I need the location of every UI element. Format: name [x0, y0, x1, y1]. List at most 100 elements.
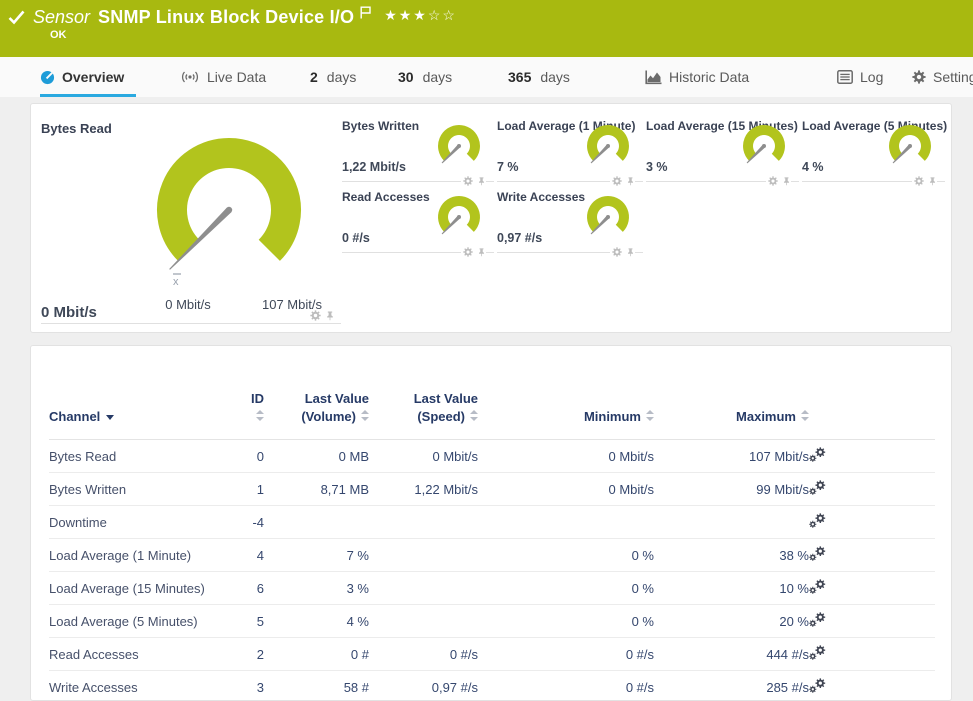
- column-header-maximum[interactable]: Maximum: [654, 366, 809, 440]
- gauge-tile-read-accesses[interactable]: Read Accesses0 #/s: [342, 182, 494, 253]
- channel-settings-button[interactable]: [809, 447, 826, 463]
- gauge-tile-value: 3 %: [646, 160, 668, 174]
- cell-maximum: 107 Mbit/s: [654, 440, 809, 473]
- gear-icon[interactable]: [463, 247, 473, 257]
- stars-empty: ☆☆: [428, 7, 457, 23]
- gauge-tile-actions: [610, 247, 635, 257]
- tab-overview[interactable]: Overview: [40, 57, 124, 97]
- channel-settings-button[interactable]: [809, 480, 826, 496]
- gauge-tile-write-accesses[interactable]: Write Accesses0,97 #/s: [497, 182, 643, 253]
- gauge-tile-actions: [461, 176, 486, 186]
- channel-settings-button[interactable]: [809, 612, 826, 628]
- gear-icon[interactable]: [310, 310, 321, 321]
- speedometer-icon: [40, 70, 55, 85]
- channel-table-header-row: ChannelIDLast Value(Volume)Last Value(Sp…: [49, 366, 935, 440]
- channel-row-bytes-read: Bytes Read00 MB0 Mbit/s0 Mbit/s107 Mbit/…: [49, 440, 935, 473]
- gauge-tile-actions: [461, 247, 486, 257]
- cell-channel: Load Average (1 Minute): [49, 539, 239, 572]
- pin-icon[interactable]: [782, 176, 791, 186]
- priority-flag-icon[interactable]: [360, 6, 371, 19]
- column-header-last-value-volume[interactable]: Last Value(Volume): [264, 366, 369, 440]
- cell-speed: 0 #/s: [369, 638, 478, 671]
- status-ok-check-icon: [8, 10, 25, 25]
- gear-icon[interactable]: [463, 176, 473, 186]
- gauge-tile-name: Bytes Written: [342, 119, 419, 133]
- cell-minimum: 0 %: [478, 539, 654, 572]
- cell-channel: Load Average (15 Minutes): [49, 572, 239, 605]
- gauge-tile-load-average-1-minute[interactable]: Load Average (1 Minute)7 %: [497, 111, 643, 182]
- pin-icon[interactable]: [477, 176, 486, 186]
- gear-icon[interactable]: [914, 176, 924, 186]
- cell-minimum: [478, 506, 654, 539]
- cell-volume: 8,71 MB: [264, 473, 369, 506]
- gauges-panel: Bytes Read x 0 Mbit/s 107 Mbit/s 0 Mbit/…: [30, 103, 952, 333]
- pin-icon[interactable]: [626, 176, 635, 186]
- gauge-tile-load-average-15-minutes[interactable]: Load Average (15 Minutes)3 %: [646, 111, 799, 182]
- cell-channel: Bytes Read: [49, 440, 239, 473]
- gear-icon[interactable]: [612, 247, 622, 257]
- tab-30-days[interactable]: 30 days: [398, 57, 452, 97]
- tab-2-days[interactable]: 2 days: [310, 57, 356, 97]
- mini-gauge: [581, 192, 635, 239]
- channel-settings-button[interactable]: [809, 678, 826, 694]
- cell-speed: [369, 539, 478, 572]
- page-title: SNMP Linux Block Device I/O: [98, 7, 354, 28]
- gauge-tile-value: 4 %: [802, 160, 824, 174]
- cell-volume: 3 %: [264, 572, 369, 605]
- channel-settings-button[interactable]: [809, 579, 826, 595]
- tab-live-data[interactable]: Live Data: [180, 57, 266, 97]
- cell-speed: 0,97 #/s: [369, 671, 478, 701]
- cell-minimum: 0 #/s: [478, 671, 654, 701]
- tab-live-data-label: Live Data: [207, 69, 266, 85]
- gears-icon: [809, 678, 826, 694]
- column-header-minimum[interactable]: Minimum: [478, 366, 654, 440]
- column-header-last-value-speed[interactable]: Last Value(Speed): [369, 366, 478, 440]
- gauge-tile-actions: [610, 176, 635, 186]
- tab-settings[interactable]: Settings: [912, 57, 973, 97]
- gauge-tile-actions: [912, 176, 937, 186]
- prtg-sensor-page: Sensor SNMP Linux Block Device I/O ★★★☆☆…: [0, 0, 973, 701]
- primary-gauge-value: 0 Mbit/s: [41, 304, 97, 321]
- channel-row-load-average-5-minutes: Load Average (5 Minutes)54 %0 %20 %: [49, 605, 935, 638]
- sort-toggle-icon: [646, 410, 654, 421]
- channel-table-body: Bytes Read00 MB0 Mbit/s0 Mbit/s107 Mbit/…: [49, 440, 935, 701]
- cell-volume: 58 #: [264, 671, 369, 701]
- tab-365-days-label: days: [540, 69, 570, 85]
- gear-icon[interactable]: [768, 176, 778, 186]
- primary-gauge-tile-bytes-read[interactable]: Bytes Read x 0 Mbit/s 107 Mbit/s 0 Mbit/…: [41, 111, 341, 324]
- tab-historic-data[interactable]: Historic Data: [645, 57, 749, 97]
- gauge-tile-bytes-written[interactable]: Bytes Written1,22 Mbit/s: [342, 111, 494, 182]
- primary-gauge-actions: [310, 310, 335, 321]
- gauge-tile-value: 0,97 #/s: [497, 231, 542, 245]
- tab-30-days-number: 30: [398, 69, 414, 85]
- tab-365-days[interactable]: 365 days: [508, 57, 570, 97]
- pin-icon[interactable]: [477, 247, 486, 257]
- channel-settings-button[interactable]: [809, 546, 826, 562]
- pin-icon[interactable]: [325, 310, 335, 321]
- cell-minimum: 0 Mbit/s: [478, 473, 654, 506]
- pin-icon[interactable]: [626, 247, 635, 257]
- column-header-channel[interactable]: Channel: [49, 366, 239, 440]
- cell-minimum: 0 %: [478, 572, 654, 605]
- mini-gauge: [432, 192, 486, 239]
- cell-volume: 4 %: [264, 605, 369, 638]
- object-kind-label: Sensor: [33, 7, 90, 28]
- cell-maximum: 444 #/s: [654, 638, 809, 671]
- priority-star-rating[interactable]: ★★★☆☆: [384, 7, 457, 24]
- cell-id: -4: [239, 506, 264, 539]
- channel-settings-button[interactable]: [809, 645, 826, 661]
- gauge-tile-actions: [766, 176, 791, 186]
- column-header-id[interactable]: ID: [239, 366, 264, 440]
- cell-minimum: 0 #/s: [478, 638, 654, 671]
- area-chart-icon: [645, 70, 662, 85]
- gauge-tile-load-average-5-minutes[interactable]: Load Average (5 Minutes)4 %: [802, 111, 945, 182]
- channel-table-panel: ChannelIDLast Value(Volume)Last Value(Sp…: [30, 345, 952, 701]
- tab-log[interactable]: Log: [837, 57, 883, 97]
- tab-bar: Overview Live Data 2 days 30 days 365: [0, 57, 973, 97]
- gear-icon[interactable]: [612, 176, 622, 186]
- pin-icon[interactable]: [928, 176, 937, 186]
- channel-settings-button[interactable]: [809, 513, 826, 529]
- sort-toggle-icon: [256, 410, 264, 421]
- cell-speed: 1,22 Mbit/s: [369, 473, 478, 506]
- tab-365-days-number: 365: [508, 69, 531, 85]
